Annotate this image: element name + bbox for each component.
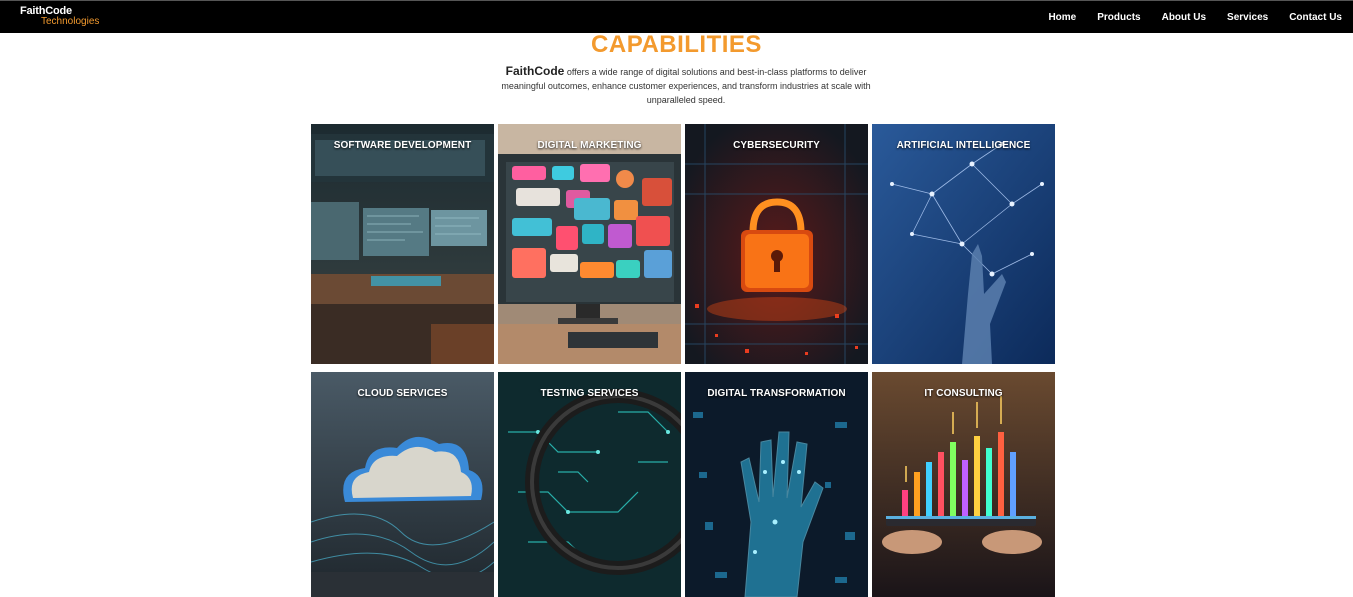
nav-item-home[interactable]: Home — [1048, 12, 1076, 23]
brand-name: FaithCode — [505, 64, 565, 78]
nav-menu: Home Products About Us Services Contact … — [1027, 1, 1342, 34]
card-it-consulting[interactable]: IT CONSULTING — [872, 372, 1055, 597]
card-label: IT CONSULTING — [924, 388, 1003, 399]
card-artificial-intelligence[interactable]: ARTIFICIAL INTELLIGENCE — [872, 124, 1055, 364]
logo[interactable]: FaithCode Technologies — [20, 6, 99, 27]
description-line-3: unparalleled speed. — [646, 95, 726, 105]
robot-hand-network-image — [872, 124, 1055, 364]
card-digital-transformation[interactable]: DIGITAL TRANSFORMATION — [685, 372, 868, 597]
card-label: CLOUD SERVICES — [357, 388, 448, 399]
marketing-screen-image — [498, 124, 681, 364]
card-label: TESTING SERVICES — [540, 388, 639, 399]
section-description: FaithCode offers a wide range of digital… — [476, 64, 896, 107]
card-label: DIGITAL TRANSFORMATION — [707, 388, 846, 399]
tablet-growth-chart-image — [872, 372, 1055, 597]
padlock-circuit-image — [685, 124, 868, 364]
card-label: CYBERSECURITY — [733, 140, 820, 151]
top-nav: FaithCode Technologies Home Products Abo… — [0, 0, 1353, 33]
card-cloud-services[interactable]: CLOUD SERVICES — [311, 372, 494, 597]
nav-item-contact-us[interactable]: Contact Us — [1289, 12, 1342, 23]
developer-workstation-image — [311, 124, 494, 364]
card-label: SOFTWARE DEVELOPMENT — [333, 140, 472, 151]
card-digital-marketing[interactable]: DIGITAL MARKETING — [498, 124, 681, 364]
cloud-circuit-image — [311, 372, 494, 597]
section-title: CAPABILITIES — [591, 31, 762, 58]
card-testing-services[interactable]: TESTING SERVICES — [498, 372, 681, 597]
card-label: ARTIFICIAL INTELLIGENCE — [896, 140, 1031, 151]
nav-item-products[interactable]: Products — [1097, 12, 1140, 23]
description-line-2: meaningful outcomes, enhance customer ex… — [501, 81, 871, 91]
card-label: DIGITAL MARKETING — [537, 140, 642, 151]
card-software-development[interactable]: SOFTWARE DEVELOPMENT — [311, 124, 494, 364]
card-cybersecurity[interactable]: CYBERSECURITY — [685, 124, 868, 364]
nav-item-about-us[interactable]: About Us — [1162, 12, 1206, 23]
digital-hand-image — [685, 372, 868, 597]
logo-subtitle: Technologies — [41, 16, 100, 27]
description-line-1: offers a wide range of digital solutions… — [564, 67, 867, 77]
magnifier-circuit-image — [498, 372, 681, 597]
nav-item-services[interactable]: Services — [1227, 12, 1268, 23]
